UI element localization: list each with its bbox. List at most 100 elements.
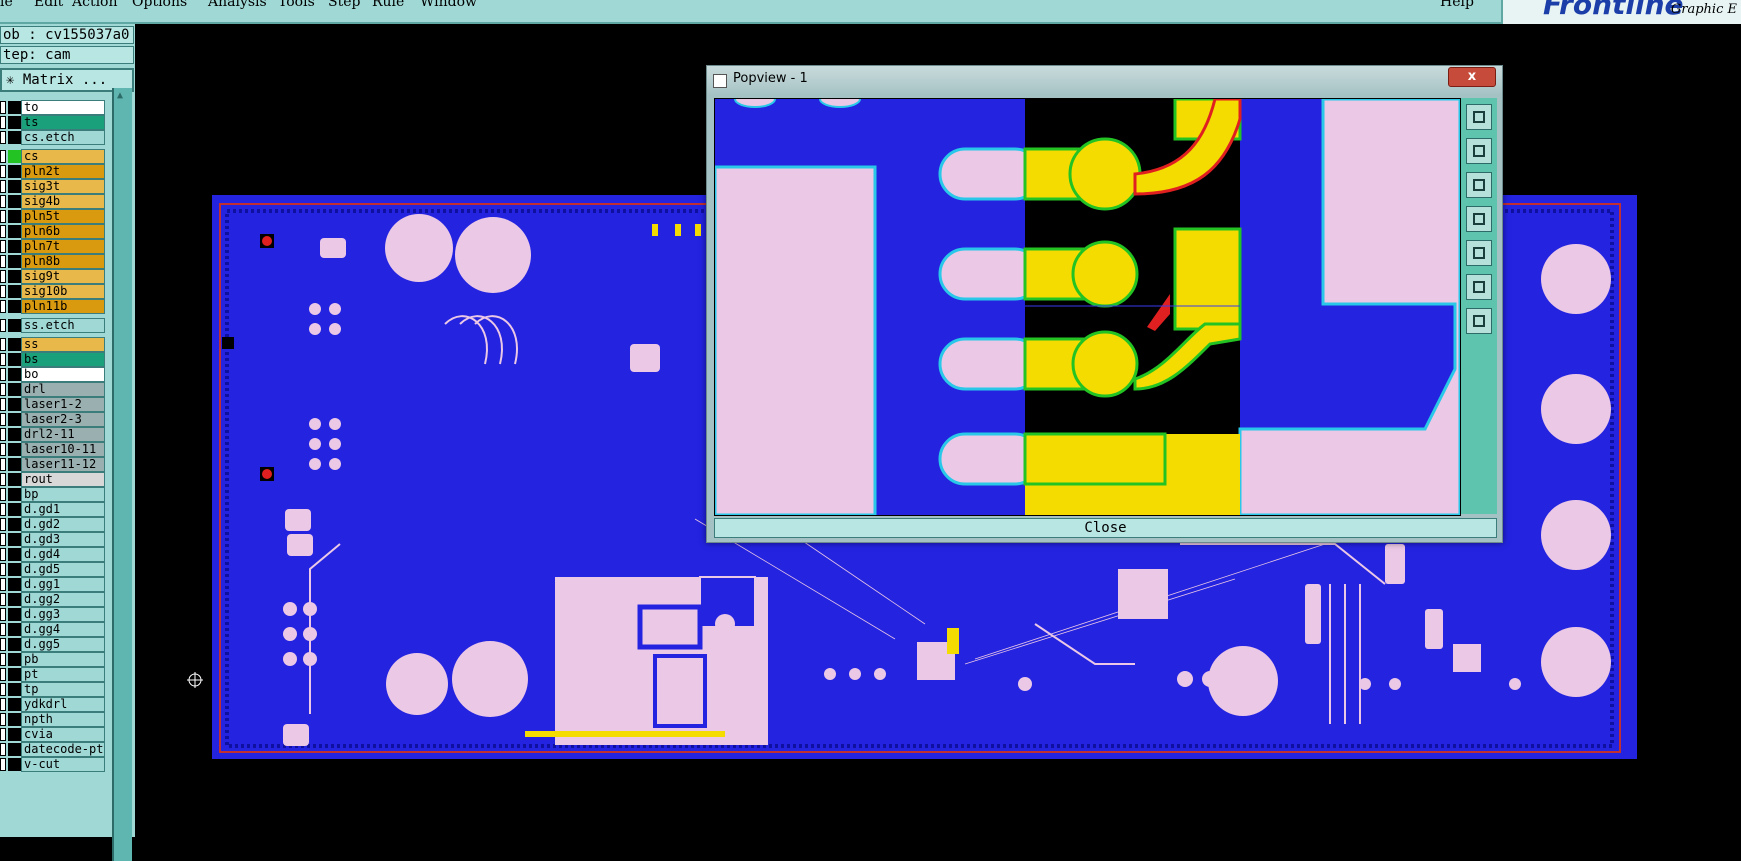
layer-label[interactable]: d.gg5 [21, 637, 105, 652]
layer-row[interactable]: drl2-11 [0, 427, 112, 442]
layer-row[interactable]: d.gg5 [0, 637, 112, 652]
layer-row[interactable]: datecode-pte [0, 742, 112, 757]
layer-checkbox[interactable] [0, 473, 6, 486]
layer-checkbox[interactable] [0, 225, 6, 238]
layer-row[interactable]: d.gd2 [0, 517, 112, 532]
menu-help[interactable]: Help [1440, 0, 1474, 10]
layer-row[interactable]: bs [0, 352, 112, 367]
layer-label[interactable]: d.gg3 [21, 607, 105, 622]
layer-label[interactable]: d.gd3 [21, 532, 105, 547]
layer-row[interactable]: pln7t [0, 239, 112, 254]
layer-row[interactable]: ss [0, 337, 112, 352]
layer-row[interactable]: sig10b [0, 284, 112, 299]
pan-right-icon[interactable] [1466, 240, 1492, 266]
layer-checkbox[interactable] [0, 698, 6, 711]
layer-label[interactable]: laser1-2 [21, 397, 105, 412]
layer-checkbox[interactable] [0, 683, 6, 696]
layer-row[interactable]: pln2t [0, 164, 112, 179]
layer-checkbox[interactable] [0, 270, 6, 283]
layer-label[interactable]: d.gg1 [21, 577, 105, 592]
layer-label[interactable]: pln5t [21, 209, 105, 224]
layer-checkbox[interactable] [0, 608, 6, 621]
pan-left-icon[interactable] [1466, 206, 1492, 232]
layer-label[interactable]: drl2-11 [21, 427, 105, 442]
layer-checkbox[interactable] [0, 353, 6, 366]
layer-row[interactable]: laser10-11 [0, 442, 112, 457]
layer-label[interactable]: d.gd4 [21, 547, 105, 562]
layer-label[interactable]: ts [21, 115, 105, 130]
layer-label[interactable]: sig3t [21, 179, 105, 194]
layer-label[interactable]: npth [21, 712, 105, 727]
layer-checkbox[interactable] [0, 458, 6, 471]
layer-label[interactable]: v-cut [21, 757, 105, 772]
layer-row[interactable]: d.gd3 [0, 532, 112, 547]
layer-row[interactable]: to [0, 100, 112, 115]
layer-label[interactable]: datecode-pte [21, 742, 105, 757]
fit-icon[interactable] [1466, 274, 1492, 300]
layer-label[interactable]: ydkdrl [21, 697, 105, 712]
layer-row[interactable]: rout [0, 472, 112, 487]
layer-row[interactable]: d.gd1 [0, 502, 112, 517]
layer-checkbox[interactable] [0, 518, 6, 531]
layer-checkbox[interactable] [0, 413, 6, 426]
layer-checkbox[interactable] [0, 428, 6, 441]
layer-checkbox[interactable] [0, 240, 6, 253]
layer-row[interactable]: cs.etch [0, 130, 112, 145]
layer-row[interactable]: d.gg4 [0, 622, 112, 637]
layer-checkbox[interactable] [0, 503, 6, 516]
layer-row[interactable]: laser2-3 [0, 412, 112, 427]
layer-row[interactable]: sig4b [0, 194, 112, 209]
layer-row[interactable]: pln11b [0, 299, 112, 314]
layer-checkbox[interactable] [0, 165, 6, 178]
layer-label[interactable]: cvia [21, 727, 105, 742]
menu-file[interactable]: le [0, 0, 13, 10]
layer-row[interactable]: ydkdrl [0, 697, 112, 712]
layer-label[interactable]: bp [21, 487, 105, 502]
layer-label[interactable]: pb [21, 652, 105, 667]
zoom-fit-icon[interactable] [1466, 308, 1492, 334]
layer-row[interactable]: d.gg2 [0, 592, 112, 607]
layer-label[interactable]: ss.etch [21, 318, 105, 333]
layer-checkbox[interactable] [0, 563, 6, 576]
layer-row[interactable]: d.gd4 [0, 547, 112, 562]
layer-label[interactable]: sig10b [21, 284, 105, 299]
layer-checkbox[interactable] [0, 285, 6, 298]
layer-checkbox[interactable] [0, 338, 6, 351]
layer-checkbox[interactable] [0, 398, 6, 411]
layer-checkbox[interactable] [0, 443, 6, 456]
menu-options[interactable]: Options [132, 0, 187, 10]
layer-row[interactable]: d.gd5 [0, 562, 112, 577]
layer-row[interactable]: bp [0, 487, 112, 502]
layer-label[interactable]: d.gd1 [21, 502, 105, 517]
layer-row[interactable]: cvia [0, 727, 112, 742]
layer-label[interactable]: d.gg2 [21, 592, 105, 607]
popview-title-bar[interactable]: Popview - 1 x [707, 66, 1502, 94]
menu-window[interactable]: Window [420, 0, 477, 10]
layer-label[interactable]: laser10-11 [21, 442, 105, 457]
close-button[interactable]: Close [714, 518, 1497, 538]
layer-label[interactable]: tp [21, 682, 105, 697]
layer-row[interactable]: cs [0, 149, 112, 164]
layer-row[interactable]: v-cut [0, 757, 112, 772]
layer-row[interactable]: laser1-2 [0, 397, 112, 412]
layer-label[interactable]: bs [21, 352, 105, 367]
layer-checkbox[interactable] [0, 180, 6, 193]
layer-label[interactable]: sig9t [21, 269, 105, 284]
popview-zoom-view[interactable] [713, 90, 1462, 517]
layer-label[interactable]: drl [21, 382, 105, 397]
layer-label[interactable]: rout [21, 472, 105, 487]
layer-checkbox[interactable] [0, 488, 6, 501]
layer-label[interactable]: laser2-3 [21, 412, 105, 427]
layer-up-icon[interactable] [1466, 138, 1492, 164]
layer-checkbox[interactable] [0, 533, 6, 546]
layer-label[interactable]: d.gd2 [21, 517, 105, 532]
layer-row[interactable]: drl [0, 382, 112, 397]
layer-row[interactable]: pln8b [0, 254, 112, 269]
layer-row[interactable]: pt [0, 667, 112, 682]
scroll-up-icon[interactable]: ▲ [117, 90, 123, 101]
layer-label[interactable]: pln8b [21, 254, 105, 269]
layer-scrollbar[interactable]: ▲ [112, 88, 132, 861]
layer-label[interactable]: sig4b [21, 194, 105, 209]
layer-checkbox[interactable] [0, 593, 6, 606]
layer-down-icon[interactable] [1466, 172, 1492, 198]
